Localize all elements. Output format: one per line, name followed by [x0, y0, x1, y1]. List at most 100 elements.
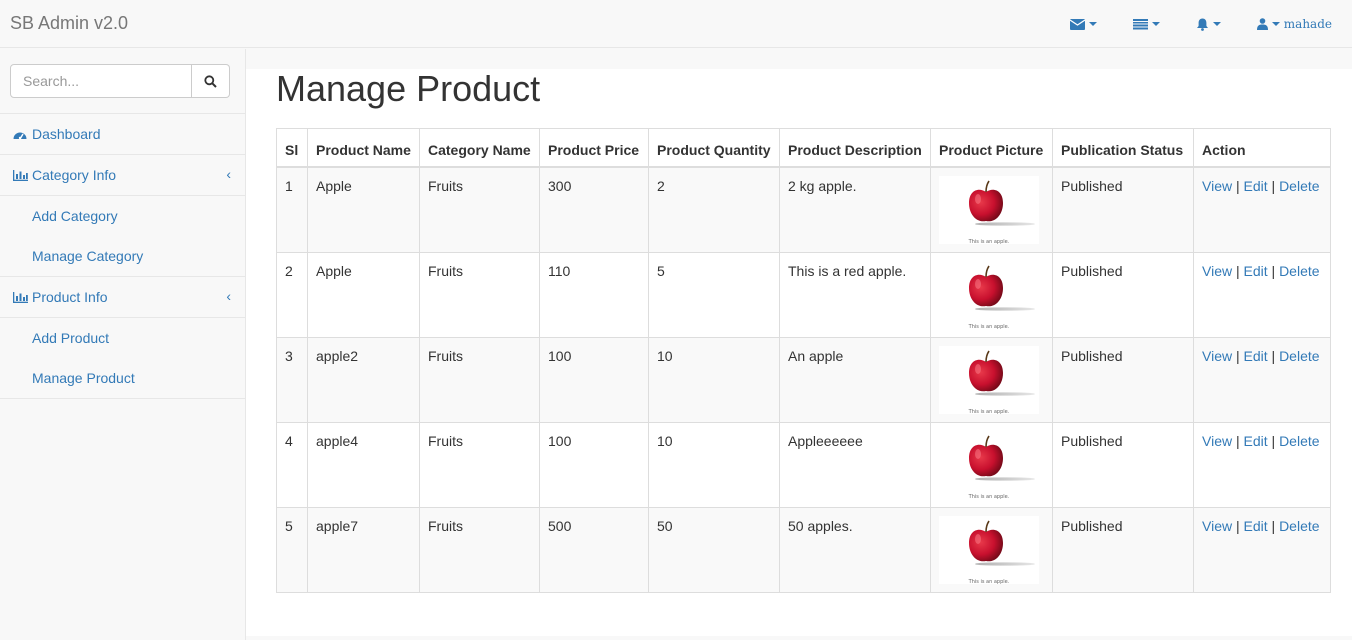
cell-product-description: 2 kg apple.	[779, 166, 931, 253]
cell-product-quantity: 10	[648, 336, 780, 423]
view-link[interactable]: View	[1202, 178, 1232, 194]
edit-link[interactable]: Edit	[1244, 518, 1268, 534]
cell-product-price: 110	[539, 251, 649, 338]
apple-image	[969, 265, 1003, 306]
sidebar-item-add-category[interactable]: Add Category	[0, 196, 245, 236]
cell-product-quantity: 10	[648, 421, 780, 508]
sidebar-item-add-product[interactable]: Add Product	[0, 318, 245, 358]
apple-shadow	[975, 476, 1035, 481]
view-link[interactable]: View	[1202, 518, 1232, 534]
cell-product-name: Apple	[307, 251, 420, 338]
picture-caption: This is an apple.	[968, 238, 1010, 245]
cell-product-picture: This is an apple.	[930, 336, 1053, 423]
column-header: Product Price	[539, 128, 649, 168]
table-row: 4 apple4 Fruits 100 10 Appleeeeee This i…	[276, 421, 1331, 508]
cell-sl: 4	[276, 421, 308, 508]
cell-product-price: 100	[539, 336, 649, 423]
chevron-left-icon: ‹	[226, 166, 231, 182]
caret-down-icon	[1151, 22, 1160, 26]
column-header: Sl	[276, 128, 308, 168]
cell-product-description: An apple	[779, 336, 931, 423]
search-input[interactable]	[10, 64, 192, 98]
sidebar-item-manage-category[interactable]: Manage Category	[0, 236, 245, 276]
delete-link[interactable]: Delete	[1279, 518, 1319, 534]
separator: |	[1271, 517, 1280, 534]
dashboard-icon	[12, 127, 28, 141]
cell-publication-status: Published	[1052, 251, 1194, 338]
messages-dropdown[interactable]	[1054, 0, 1117, 48]
product-image: This is an apple.	[939, 345, 1039, 415]
product-image: This is an apple.	[939, 260, 1039, 330]
cell-product-name: apple2	[307, 336, 420, 423]
picture-caption: This is an apple.	[968, 408, 1010, 415]
cell-publication-status: Published	[1052, 421, 1194, 508]
apple-shadow	[975, 561, 1035, 566]
tasks-dropdown[interactable]	[1117, 0, 1180, 48]
delete-link[interactable]: Delete	[1279, 433, 1319, 449]
cell-actions: View | Edit | Delete	[1193, 251, 1331, 338]
apple-image	[969, 435, 1003, 476]
cell-product-picture: This is an apple.	[930, 166, 1053, 253]
table-body: 1 Apple Fruits 300 2 2 kg apple. This is…	[276, 166, 1331, 593]
products-table: Sl Product Name Category Name Product Pr…	[276, 128, 1331, 593]
alerts-dropdown[interactable]	[1180, 0, 1241, 48]
user-dropdown[interactable]: mahade	[1241, 0, 1352, 48]
cell-category-name: Fruits	[419, 336, 540, 423]
apple-image	[969, 350, 1003, 391]
edit-link[interactable]: Edit	[1244, 178, 1268, 194]
separator: |	[1271, 432, 1280, 449]
column-header: Product Picture	[930, 128, 1053, 168]
apple-shadow	[975, 391, 1035, 396]
cell-product-description: 50 apples.	[779, 506, 931, 593]
brand-title[interactable]: SB Admin v2.0	[10, 13, 128, 34]
separator: |	[1271, 347, 1280, 364]
cell-sl: 2	[276, 251, 308, 338]
cell-product-name: apple4	[307, 421, 420, 508]
cell-category-name: Fruits	[419, 166, 540, 253]
sidebar-item-label: Product Info	[32, 289, 108, 305]
search-button[interactable]	[192, 64, 230, 98]
cell-publication-status: Published	[1052, 336, 1194, 423]
table-row: 2 Apple Fruits 110 5 This is a red apple…	[276, 251, 1331, 338]
caret-down-icon	[1271, 22, 1280, 26]
caret-down-icon	[1088, 22, 1097, 26]
sidebar-search	[0, 49, 245, 114]
picture-caption: This is an apple.	[968, 578, 1010, 585]
top-links: mahade	[1054, 0, 1352, 48]
view-link[interactable]: View	[1202, 348, 1232, 364]
bar-chart-icon	[12, 290, 28, 304]
category-submenu: Add Category Manage Category	[0, 196, 245, 277]
cell-sl: 5	[276, 506, 308, 593]
cell-publication-status: Published	[1052, 506, 1194, 593]
apple-image	[969, 520, 1003, 561]
page-title: Manage Product	[276, 68, 541, 109]
sidebar-item-dashboard[interactable]: Dashboard	[0, 114, 245, 155]
delete-link[interactable]: Delete	[1279, 348, 1319, 364]
delete-link[interactable]: Delete	[1279, 178, 1319, 194]
sidebar-item-manage-product[interactable]: Manage Product	[0, 358, 245, 398]
edit-link[interactable]: Edit	[1244, 348, 1268, 364]
separator: |	[1235, 262, 1244, 279]
column-header: Product Quantity	[648, 128, 780, 168]
delete-link[interactable]: Delete	[1279, 263, 1319, 279]
tasks-icon	[1132, 18, 1148, 29]
apple-image	[969, 180, 1003, 221]
picture-caption: This is an apple.	[968, 323, 1010, 330]
table-row: 1 Apple Fruits 300 2 2 kg apple. This is…	[276, 166, 1331, 253]
apple-shadow	[975, 221, 1035, 226]
page-wrapper: Manage Product Sl Product Name Category …	[246, 69, 1352, 636]
view-link[interactable]: View	[1202, 263, 1232, 279]
table-row: 5 apple7 Fruits 500 50 50 apples. This i…	[276, 506, 1331, 593]
sidebar-item-category-info[interactable]: Category Info ‹	[0, 155, 245, 196]
cell-product-picture: This is an apple.	[930, 251, 1053, 338]
apple-shadow	[975, 306, 1035, 311]
edit-link[interactable]: Edit	[1244, 433, 1268, 449]
view-link[interactable]: View	[1202, 433, 1232, 449]
product-image: This is an apple.	[939, 515, 1039, 585]
cell-sl: 3	[276, 336, 308, 423]
product-image: This is an apple.	[939, 430, 1039, 500]
edit-link[interactable]: Edit	[1244, 263, 1268, 279]
sidebar-item-product-info[interactable]: Product Info ‹	[0, 277, 245, 318]
sidebar: Dashboard Category Info ‹ Add Category M…	[0, 49, 246, 640]
table-header-row: Sl Product Name Category Name Product Pr…	[276, 128, 1331, 168]
